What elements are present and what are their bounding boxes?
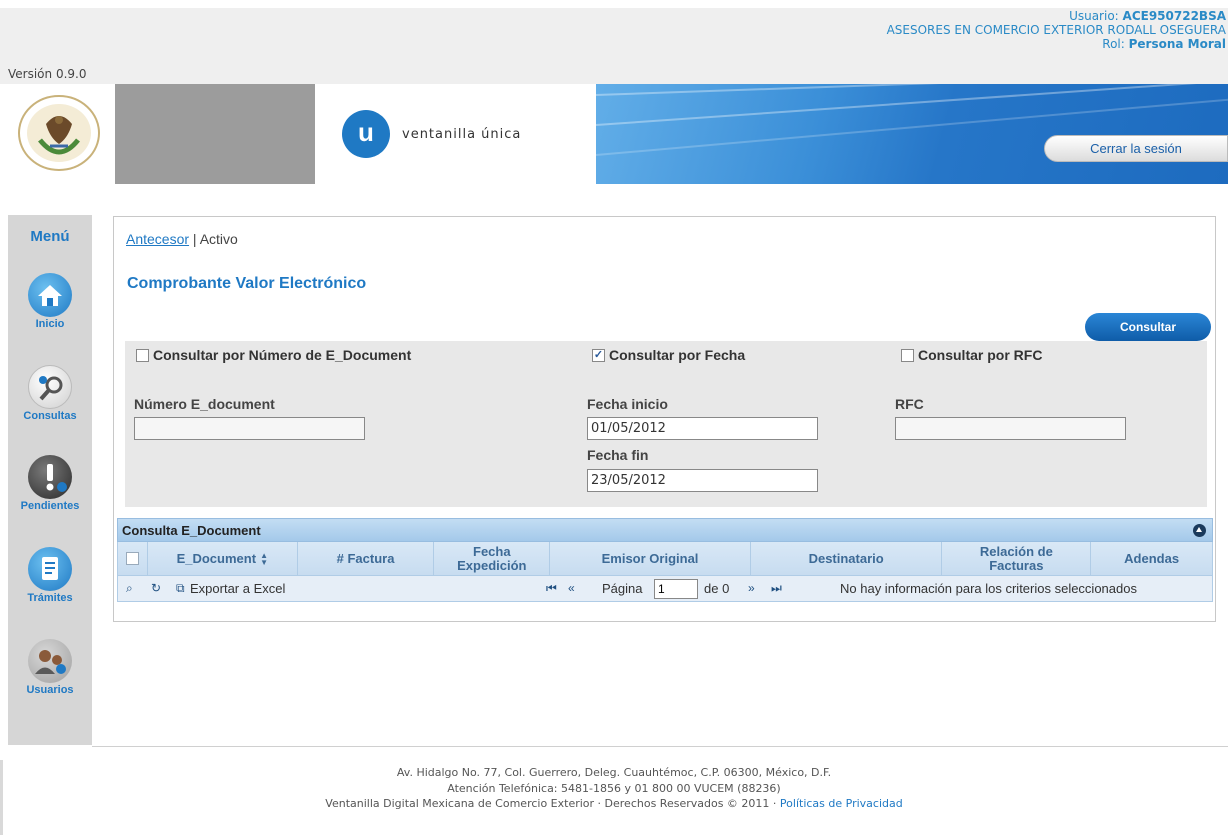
banner: u ventanilla única Cerrar la sesión [0, 84, 1228, 184]
checkbox-label: Consultar por RFC [918, 347, 1043, 363]
top-bar: Versión 0.9.0 Usuario: ACE950722BSA ASES… [0, 8, 1228, 84]
date-start-input[interactable] [587, 417, 818, 440]
breadcrumb-current: Activo [199, 231, 238, 247]
rfc-label: RFC [895, 396, 924, 412]
footer: Av. Hidalgo No. 77, Col. Guerrero, Deleg… [0, 765, 1228, 812]
logout-button[interactable]: Cerrar la sesión [1044, 135, 1228, 162]
filter-panel: Consultar por Número de E_Document ✓ Cons… [125, 341, 1207, 507]
menu-title: Menú [30, 228, 70, 245]
no-data-message: No hay información para los criterios se… [840, 581, 1137, 596]
page-title: Comprobante Valor Electrónico [127, 275, 367, 292]
column-adendas[interactable]: Adendas [1091, 542, 1212, 575]
consultar-button[interactable]: Consultar [1085, 313, 1211, 341]
main-content: Antecesor | Activo Comprobante Valor Ele… [113, 216, 1216, 622]
breadcrumb-link-antecesor[interactable]: Antecesor [126, 231, 189, 247]
sidebar-item-label: Pendientes [20, 500, 80, 512]
version-label: Versión 0.9.0 [8, 67, 87, 81]
collapse-icon[interactable] [1193, 524, 1206, 537]
page-input[interactable] [654, 579, 698, 599]
users-icon [28, 639, 72, 683]
export-excel-link[interactable]: Exportar a Excel [190, 581, 285, 596]
sidebar-item-label: Inicio [35, 318, 65, 330]
checkbox-label: Consultar por Fecha [609, 347, 746, 363]
date-end-input[interactable] [587, 469, 818, 492]
home-icon [28, 273, 72, 317]
page-count: de 0 [704, 581, 730, 596]
select-all-checkbox[interactable] [125, 552, 139, 565]
user-line: Usuario: ACE950722BSA [887, 9, 1226, 23]
column-factura[interactable]: # Factura [298, 542, 435, 575]
column-e-document[interactable]: E_Document ▲▼ [148, 542, 298, 575]
national-seal-icon [18, 95, 100, 171]
footer-rights-text: Ventanilla Digital Mexicana de Comercio … [325, 797, 780, 810]
document-icon [28, 547, 72, 591]
export-icon[interactable]: ⧉ [176, 581, 185, 596]
sidebar-item-label: Usuarios [26, 684, 74, 696]
grid-pager: ⌕ ↻ ⧉ Exportar a Excel ⏮ « Página de 0 »… [117, 576, 1213, 602]
sidebar-item-inicio[interactable]: Inicio [8, 273, 92, 330]
rfc-input[interactable] [895, 417, 1126, 440]
logo-u-icon: u [342, 110, 390, 158]
select-all-cell [118, 542, 148, 575]
logo-text: ventanilla única [402, 127, 522, 142]
column-destinatario[interactable]: Destinatario [751, 542, 943, 575]
checkbox-box[interactable] [901, 348, 914, 362]
date-end-label: Fecha fin [587, 447, 649, 463]
checkbox-label: Consultar por Número de E_Document [153, 347, 412, 363]
breadcrumb: Antecesor | Activo [126, 231, 238, 247]
grid-caption: Consulta E_Document [117, 518, 1213, 542]
role-label: Rol: [1102, 37, 1129, 51]
footer-phone: Atención Telefónica: 5481-1856 y 01 800 … [447, 781, 781, 795]
sidebar-item-pendientes[interactable]: Pendientes [8, 455, 92, 512]
role-line: Rol: Persona Moral [887, 37, 1226, 51]
alert-icon [28, 455, 72, 499]
sidebar-item-tramites[interactable]: Trámites [8, 547, 92, 604]
logo: u ventanilla única [315, 84, 596, 184]
sidebar-item-label: Trámites [27, 592, 73, 604]
prev-page-icon[interactable]: « [568, 581, 575, 595]
checkmark-icon[interactable]: ✓ [592, 348, 605, 362]
checkbox-box[interactable] [136, 348, 149, 362]
column-emisor-original[interactable]: Emisor Original [550, 542, 751, 575]
seal-area [0, 84, 115, 184]
grid-header-row: E_Document ▲▼ # Factura Fecha Expedición… [117, 542, 1213, 576]
privacy-link[interactable]: Políticas de Privacidad [780, 797, 903, 810]
role-value: Persona Moral [1128, 37, 1226, 51]
user-info: Usuario: ACE950722BSA ASESORES EN COMERC… [887, 9, 1226, 51]
checkbox-by-rfc[interactable]: Consultar por RFC [901, 347, 1042, 363]
sidebar-item-usuarios[interactable]: Usuarios [8, 639, 92, 696]
page-label: Página [602, 581, 643, 596]
user-value: ACE950722BSA [1122, 9, 1226, 23]
user-label: Usuario: [1069, 9, 1123, 23]
first-page-icon[interactable]: ⏮ [546, 581, 557, 596]
checkbox-by-number[interactable]: Consultar por Número de E_Document [136, 347, 411, 363]
footer-rights: Ventanilla Digital Mexicana de Comercio … [0, 796, 1228, 812]
search-icon [28, 365, 72, 409]
company-name: ASESORES EN COMERCIO EXTERIOR RODALL OSE… [886, 23, 1226, 37]
breadcrumb-separator: | [189, 231, 200, 247]
column-label: E_Document [176, 550, 257, 566]
grid-title: Consulta E_Document [122, 523, 261, 538]
number-input[interactable] [134, 417, 365, 440]
banner-grey-block [115, 84, 315, 184]
last-page-icon[interactable]: ⏭ [771, 581, 782, 596]
checkbox-by-date[interactable]: ✓ Consultar por Fecha [592, 347, 745, 363]
column-relacion-facturas[interactable]: Relación de Facturas [942, 542, 1092, 575]
next-page-icon[interactable]: » [748, 581, 755, 595]
sort-icon: ▲▼ [260, 550, 268, 567]
sidebar-item-label: Consultas [23, 410, 77, 422]
sidebar-menu: Menú Inicio Consultas Pendientes Trámite… [8, 215, 92, 745]
column-fecha-expedicion[interactable]: Fecha Expedición [434, 542, 551, 575]
number-label: Número E_document [134, 396, 275, 412]
banner-blue-block: Cerrar la sesión [596, 84, 1228, 184]
footer-divider [92, 746, 1228, 747]
sidebar-item-consultas[interactable]: Consultas [8, 365, 92, 422]
footer-address: Av. Hidalgo No. 77, Col. Guerrero, Deleg… [396, 766, 832, 779]
date-start-label: Fecha inicio [587, 396, 668, 412]
search-icon[interactable]: ⌕ [126, 581, 133, 596]
refresh-icon[interactable]: ↻ [151, 581, 161, 595]
